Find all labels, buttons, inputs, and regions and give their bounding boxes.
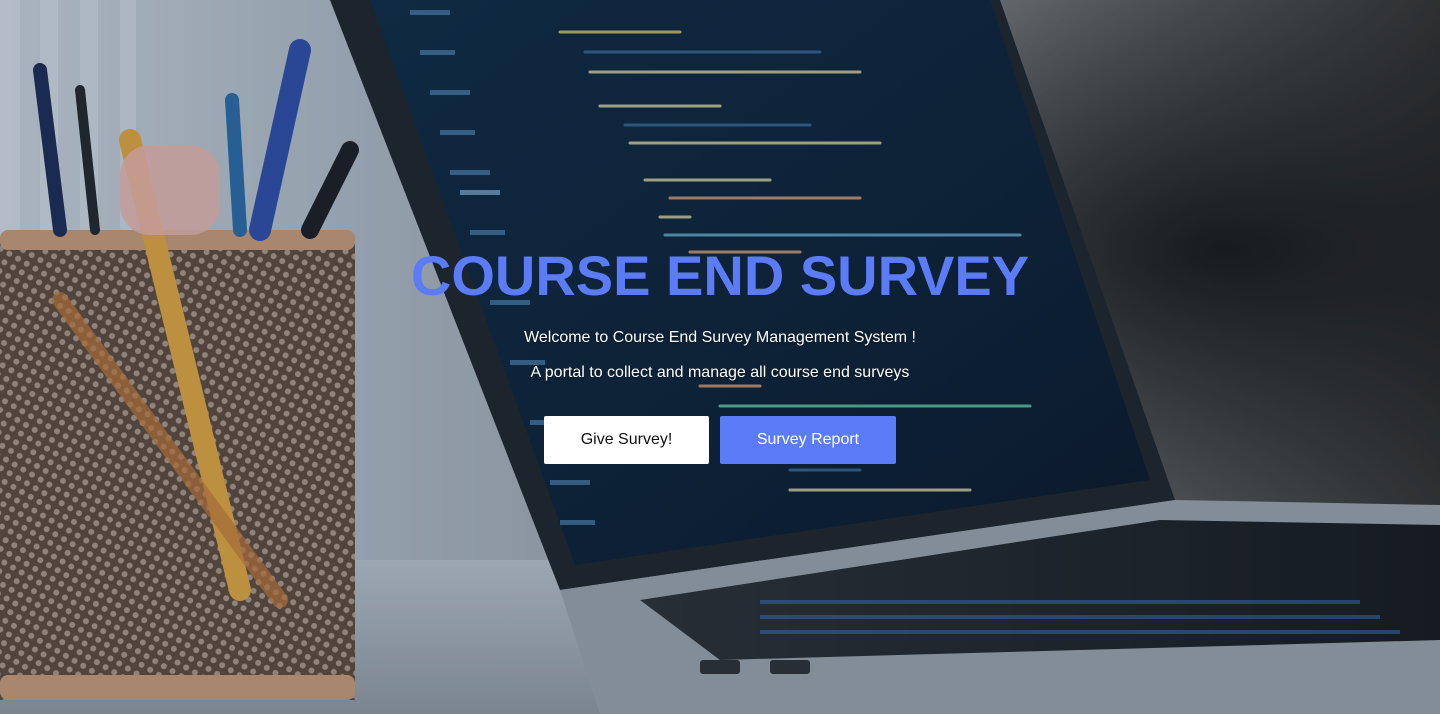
hero-section: COURSE END SURVEY Welcome to Course End … bbox=[0, 0, 1440, 714]
page-title: COURSE END SURVEY bbox=[410, 244, 1030, 307]
hero-content: COURSE END SURVEY Welcome to Course End … bbox=[0, 0, 1440, 714]
tagline-text: A portal to collect and manage all cours… bbox=[530, 364, 910, 381]
welcome-text: Welcome to Course End Survey Management … bbox=[524, 329, 916, 346]
give-survey-button[interactable]: Give Survey! bbox=[544, 416, 709, 464]
survey-report-button[interactable]: Survey Report bbox=[720, 416, 896, 464]
